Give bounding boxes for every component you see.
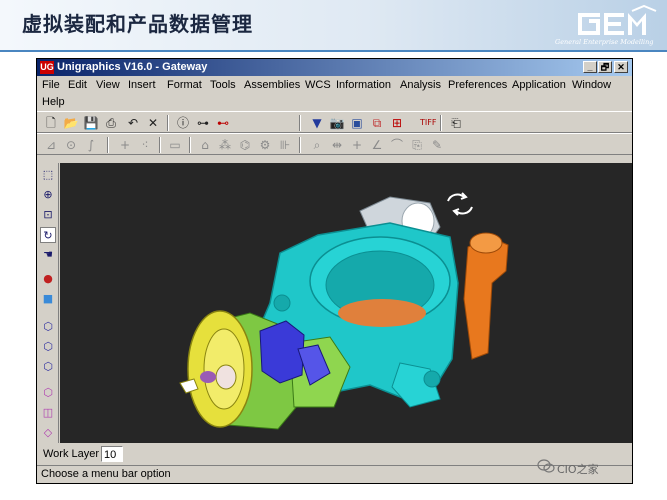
throttle-pulley [179,310,253,428]
plus-icon[interactable]: + [117,137,133,153]
face-icon[interactable]: ◇ [40,425,56,441]
watermark-text: CIO之家 [557,463,599,476]
toolbar-separator [167,115,169,131]
unigraphics-window: UG Unigraphics V16.0 - Gateway _ 🗗 ✕ Fil… [36,58,633,484]
app-logo-icon: UG [40,61,54,74]
wireframe-icon-3[interactable]: ⬡ [40,359,56,375]
sketch-icon[interactable]: ⊿ [43,137,59,153]
toolbar-separator [440,115,442,131]
feature-icon[interactable]: ⌂ [197,137,213,153]
graphics-viewport[interactable] [60,163,632,443]
menu-file[interactable]: File [42,79,60,91]
menu-wcs[interactable]: WCS [305,79,331,91]
cut-icon[interactable]: ✕ [145,115,161,131]
undo-icon[interactable]: ↶ [125,115,141,131]
toolbar-separator [159,137,161,153]
menu-format[interactable]: Format [167,79,202,91]
wireframe-icon[interactable]: ⬡ [40,319,56,335]
toolbar-separator [299,115,301,131]
pan-icon[interactable]: ☚ [40,247,56,263]
layer-icon-2[interactable]: ⊞ [389,115,405,131]
zoom-icon[interactable]: ⊕ [40,187,56,203]
save-icon[interactable]: 💾 [83,115,99,131]
fillet-icon[interactable]: ⌒ [389,137,405,153]
edges-icon[interactable]: ◫ [40,405,56,421]
wechat-icon [537,459,555,473]
trim-icon[interactable]: ⇹ [329,137,345,153]
menu-analysis[interactable]: Analysis [400,79,441,91]
measure-icon[interactable]: ⊪ [277,137,293,153]
slide-title: 虚拟装配和产品数据管理 [22,12,253,36]
sheet-icon[interactable]: ⎘ [409,137,425,153]
point-set-icon[interactable]: ⁖ [137,137,153,153]
restore-button[interactable]: 🗗 [598,61,612,73]
minimize-button[interactable]: _ [583,61,597,73]
tree-icon-2[interactable]: ⊷ [215,115,231,131]
work-layer-label: Work Layer [43,448,100,460]
curve-icon[interactable]: ∫ [83,137,99,153]
menu-information[interactable]: Information [336,79,391,91]
layer-icon[interactable]: ⧉ [369,115,385,131]
menu-tools[interactable]: Tools [210,79,236,91]
menu-preferences[interactable]: Preferences [448,79,507,91]
rect-icon[interactable]: ▭ [167,137,183,153]
menu-insert[interactable]: Insert [128,79,156,91]
camera-icon[interactable]: 📷 [329,115,345,131]
angle-icon[interactable]: ∠ [369,137,385,153]
hidden-icon[interactable]: ⬡ [40,385,56,401]
print-icon[interactable]: ⎙ [103,115,119,131]
view-toolbar: ⬚ ⊕ ⊡ ↻ ☚ ● ■ ⬡ ⬡ ⬡ ⬡ ◫ ◇ [37,163,59,443]
new-file-icon[interactable]: 🗋 [43,115,59,131]
pattern-icon[interactable]: ⁂ [217,137,233,153]
info-icon[interactable]: ⓘ [175,115,191,131]
rotate-cursor-icon [447,192,473,216]
prompt-text: Choose a menu bar option [41,468,171,480]
shaded-icon[interactable]: ● [40,271,56,287]
export-icon[interactable]: ⎗ [448,115,464,131]
wireframe-icon-2[interactable]: ⬡ [40,339,56,355]
toolbar-separator [189,137,191,153]
work-layer-input[interactable]: 10 [101,446,123,462]
slide-header: 虚拟装配和产品数据管理 General Enterprise Modelling [0,0,667,52]
toolbar-separator [299,137,301,153]
render-icon[interactable]: ▣ [349,115,365,131]
wrap-icon[interactable]: ⚙ [257,137,273,153]
edit-icon[interactable]: ✎ [429,137,445,153]
menu-window[interactable]: Window [572,79,611,91]
window-title: Unigraphics V16.0 - Gateway [57,61,208,73]
standard-toolbar: 🗋 📂 💾 ⎙ ↶ ✕ ⓘ ⊶ ⊷ ▼ 📷 ▣ ⧉ ⊞ TIFF ⎗ [37,111,632,133]
search-icon[interactable]: ⌕ [309,137,325,153]
logo-caption: General Enterprise Modelling [555,38,654,46]
funnel-icon[interactable]: ▼ [309,115,325,131]
tree-icon[interactable]: ⊶ [195,115,211,131]
menu-assemblies[interactable]: Assemblies [244,79,300,91]
close-button[interactable]: ✕ [614,61,628,73]
box-icon[interactable]: ■ [40,291,56,307]
throttle-body-model [179,192,509,430]
fit-icon[interactable]: ⊡ [40,207,56,223]
chamfer-icon[interactable]: ⌬ [237,137,253,153]
rotate-icon[interactable]: ↻ [40,227,56,243]
menu-help[interactable]: Help [42,96,65,108]
curve-toolbar: ⊿ ⊙ ∫ + ⁖ ▭ ⌂ ⁂ ⌬ ⚙ ⊪ ⌕ ⇹ + ∠ ⌒ ⎘ ✎ [37,133,632,155]
zoom-window-icon[interactable]: ⬚ [40,167,56,183]
orange-sensor [463,232,509,360]
tiff-icon[interactable]: TIFF [420,115,436,131]
intersect-icon[interactable]: + [349,137,365,153]
menu-application[interactable]: Application [512,79,566,91]
menu-bar: File Edit View Insert Format Tools Assem… [37,77,632,111]
toolbar-separator [107,137,109,153]
open-folder-icon[interactable]: 📂 [63,115,79,131]
point-icon[interactable]: ⊙ [63,137,79,153]
window-titlebar[interactable]: UG Unigraphics V16.0 - Gateway _ 🗗 ✕ [37,59,632,76]
menu-view[interactable]: View [96,79,120,91]
menu-edit[interactable]: Edit [68,79,87,91]
